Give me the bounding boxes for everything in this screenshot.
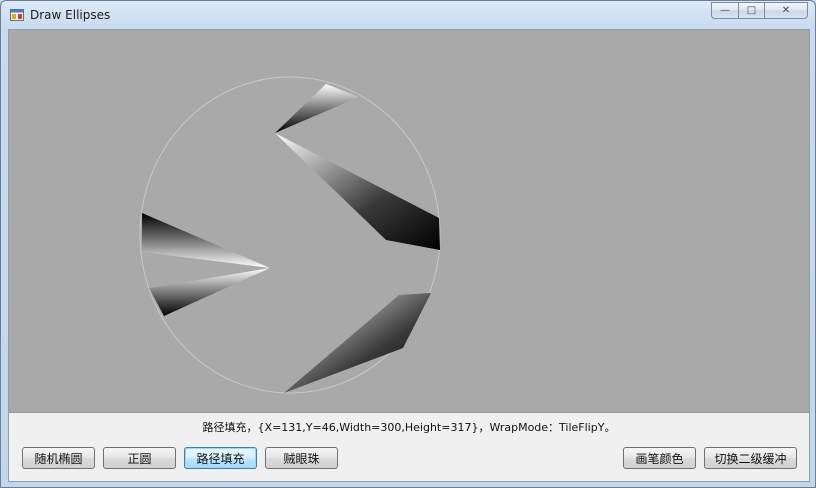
maximize-icon: □ xyxy=(746,5,757,16)
window-title: Draw Ellipses xyxy=(30,8,111,22)
drawing-surface xyxy=(139,76,441,394)
client-area: 路径填充，{X=131,Y=46,Width=300,Height=317}，W… xyxy=(8,29,810,482)
thief-eye-button[interactable]: 贼眼珠 xyxy=(265,447,338,469)
fill-shape-top xyxy=(275,84,359,133)
app-icon xyxy=(10,9,24,21)
drawing-canvas[interactable] xyxy=(9,30,809,413)
status-text: 路径填充，{X=131,Y=46,Width=300,Height=317}，W… xyxy=(202,421,616,434)
fill-shape-lower-right xyxy=(284,293,431,393)
toggle-double-buffer-button[interactable]: 切换二级缓冲 xyxy=(704,447,797,469)
fill-shape-left-lower xyxy=(149,268,270,316)
random-ellipse-button[interactable]: 随机椭圆 xyxy=(22,447,95,469)
minimize-button[interactable]: — xyxy=(711,2,738,19)
app-window: Draw Ellipses — □ ✕ 路径填充，{X=131,Y=46,Wid… xyxy=(0,0,816,488)
minimize-icon: — xyxy=(720,5,730,16)
close-icon: ✕ xyxy=(781,5,791,16)
path-fill-button[interactable]: 路径填充 xyxy=(184,447,257,469)
caption-buttons: — □ ✕ xyxy=(711,2,808,20)
maximize-button[interactable]: □ xyxy=(738,2,764,19)
fill-shape-upper-right xyxy=(275,133,440,250)
fill-shape-left-upper xyxy=(142,213,270,268)
circle-button[interactable]: 正圆 xyxy=(103,447,176,469)
pen-color-button[interactable]: 画笔颜色 xyxy=(623,447,696,469)
title-bar[interactable]: Draw Ellipses — □ ✕ xyxy=(1,1,815,29)
close-button[interactable]: ✕ xyxy=(764,2,808,19)
